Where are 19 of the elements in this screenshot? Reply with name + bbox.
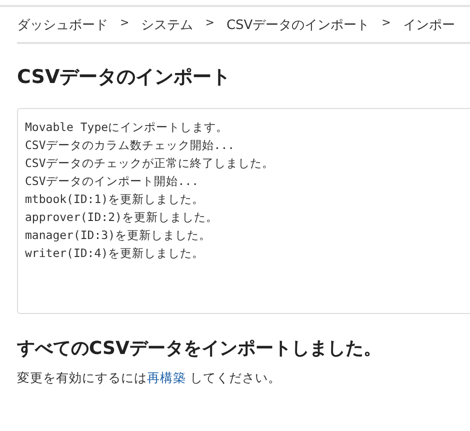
log-line: CSVデータのインポート開始... (25, 173, 199, 190)
log-line: Movable Typeにインポートします。 (25, 119, 228, 136)
page-title: CSVデータのインポート (17, 65, 232, 90)
log-line: manager(ID:3)を更新しました。 (25, 227, 212, 244)
breadcrumb-separator: > (120, 16, 130, 31)
breadcrumb-link[interactable]: CSVデータのインポート (226, 16, 370, 34)
log-line: approver(ID:2)を更新しました。 (25, 209, 218, 226)
breadcrumb-link[interactable]: ダッシュボード (17, 16, 108, 34)
breadcrumb-link[interactable]: インポー (402, 16, 455, 34)
breadcrumb-separator: > (205, 16, 214, 31)
result-heading: すべてのCSVデータをインポートしました。 (17, 337, 382, 360)
log-line: CSVデータのチェックが正常に終了しました。 (25, 155, 274, 172)
breadcrumb-link[interactable]: システム (141, 16, 194, 34)
log-line: CSVデータのカラム数チェック開始... (25, 137, 235, 154)
rebuild-link[interactable]: 再構築 (147, 370, 186, 385)
rebuild-message: 変更を有効にするには再構築 してください。 (17, 370, 282, 387)
log-line: writer(ID:4)を更新しました。 (25, 245, 204, 262)
log-line: mtbook(ID:1)を更新しました。 (25, 191, 204, 208)
breadcrumb-separator: > (382, 16, 391, 31)
